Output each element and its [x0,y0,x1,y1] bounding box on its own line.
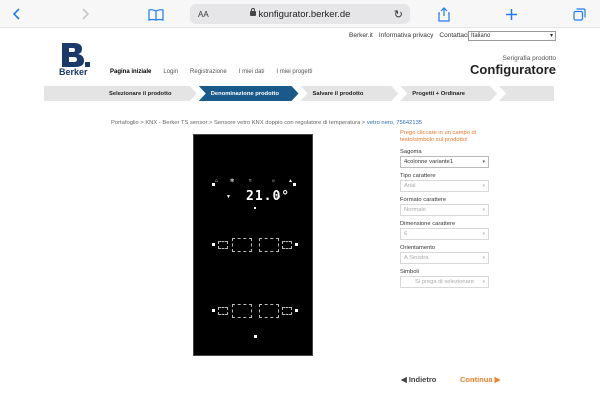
field-label-orientation: Orientamento [400,245,436,251]
label-field[interactable] [259,304,279,318]
new-tab-icon[interactable] [505,5,518,23]
browser-toolbar: AA konfigurator.berker.de ↻ [0,0,600,28]
label-field[interactable] [282,241,292,249]
sun-icon[interactable]: ☼ [271,179,276,184]
forward-arrow-icon[interactable] [82,5,90,23]
fan-icon[interactable]: ✻ [230,179,234,184]
nav-login[interactable]: Login [163,69,178,75]
back-button[interactable]: ◀ Indietro [401,375,436,384]
settings-panel: Prego cliccare in un campo di testo/simb… [400,130,492,288]
indicator-led [212,183,215,186]
font-format-select[interactable]: Normale ▾ [400,204,489,216]
indicator-led [254,335,257,338]
step-select-product[interactable]: Selezionare il prodotto [44,86,197,101]
nav-home[interactable]: Pagina iniziale [110,69,151,75]
label-field[interactable] [232,238,252,252]
top-link-berker[interactable]: Berker.it [349,32,373,39]
chevron-down-icon: ▾ [482,159,485,165]
nav-my-data[interactable]: I miei dati [239,69,265,75]
tabs-icon[interactable] [573,5,586,23]
top-link-privacy[interactable]: Informativa privacy [379,32,434,39]
page-subtitle: Serigrafia prodotto [502,55,556,62]
sagoma-value: 4colonne variante1 [404,159,453,165]
page-title: Configuratore [470,62,556,77]
orientation-value: A Sinistra [404,255,429,261]
label-field[interactable] [232,304,252,318]
top-link-contact[interactable]: Contattaci [439,32,468,39]
url-text: konfigurator.berker.de [190,7,410,20]
progress-steps: Selezionare il prodotto Denominazione pr… [44,86,556,101]
font-type-value: Arial [404,183,416,189]
chevron-down-icon: ▾ [482,279,485,285]
chevron-down-icon: ▾ [482,207,485,213]
hint-text: Prego cliccare in un campo di testo/simb… [400,130,477,143]
field-label-sagoma: Sagoma [400,149,422,155]
step-save-product[interactable]: Salvare il prodotto [301,86,399,101]
font-size-value: 6 [404,231,408,237]
product-preview[interactable]: ⌂ ✻ ≈ ☼ ▲ ▼ ◷ 21.0° [193,134,313,356]
chevron-down-icon: ▾ [482,183,485,189]
sagoma-select[interactable]: 4colonne variante1 ▾ [400,156,489,168]
top-links: Berker.it Informativa privacy Contattaci [349,32,469,39]
led-right [295,309,298,312]
led-left [212,309,215,312]
lock-icon [249,7,256,16]
language-value: Italiano [471,33,491,39]
continue-button[interactable]: Continua ▶ [460,375,500,384]
step-empty [499,86,554,101]
font-format-value: Normale [404,207,426,213]
address-bar[interactable]: AA konfigurator.berker.de ↻ [190,4,410,24]
step-product-naming[interactable]: Denominazione prodotto [199,86,299,101]
nav-register[interactable]: Registrazione [190,69,227,75]
field-label-symbols: Simboli [400,269,420,275]
chevron-down-icon: ▾ [549,33,553,39]
field-label-font: Tipo carattere [400,173,436,179]
reload-icon[interactable]: ↻ [394,8,403,21]
led-right [295,243,298,246]
font-size-select[interactable]: 6 ▾ [400,228,489,240]
label-field[interactable] [218,241,228,249]
bookmarks-icon[interactable] [148,5,164,23]
mode-icon[interactable]: ⌂ [215,179,218,184]
logo-text: Berker [59,67,88,77]
step-projects-order[interactable]: Progetti + Ordinare [400,86,497,101]
url-value: konfigurator.berker.de [258,8,351,20]
breadcrumb-path[interactable]: Portafoglio > KNX - Berker TS sensor > S… [111,120,367,126]
breadcrumb-current: vetro nero, 75642135 [366,120,423,126]
back-arrow-icon[interactable] [12,5,20,23]
label-field[interactable] [282,307,292,315]
main-nav: Pagina iniziale Login Registrazione I mi… [110,69,312,75]
symbols-value: Si prega di selezionare [415,279,474,285]
led-left [212,243,215,246]
berker-logo-icon[interactable] [60,42,90,68]
nav-my-projects[interactable]: I miei progetti [276,69,312,75]
chevron-down-icon: ▾ [482,231,485,237]
label-field[interactable] [259,238,279,252]
down-icon[interactable]: ▼ [226,195,231,200]
temperature-display: 21.0° [246,189,291,204]
heat-icon[interactable]: ≈ [249,179,252,184]
field-label-format: Formato carattere [400,197,447,203]
share-icon[interactable] [438,5,450,23]
symbols-select[interactable]: Si prega di selezionare ▾ [400,276,489,288]
breadcrumb: Portafoglio > KNX - Berker TS sensor > S… [111,120,422,126]
language-select[interactable]: Italiano ▾ [468,31,556,41]
orientation-select[interactable]: A Sinistra ▾ [400,252,489,264]
indicator-dot [254,207,256,209]
indicator-led [293,183,296,186]
chevron-down-icon: ▾ [482,255,485,261]
field-label-size: Dimensione carattere [400,221,456,227]
font-type-select[interactable]: Arial ▾ [400,180,489,192]
label-field[interactable] [218,307,228,315]
